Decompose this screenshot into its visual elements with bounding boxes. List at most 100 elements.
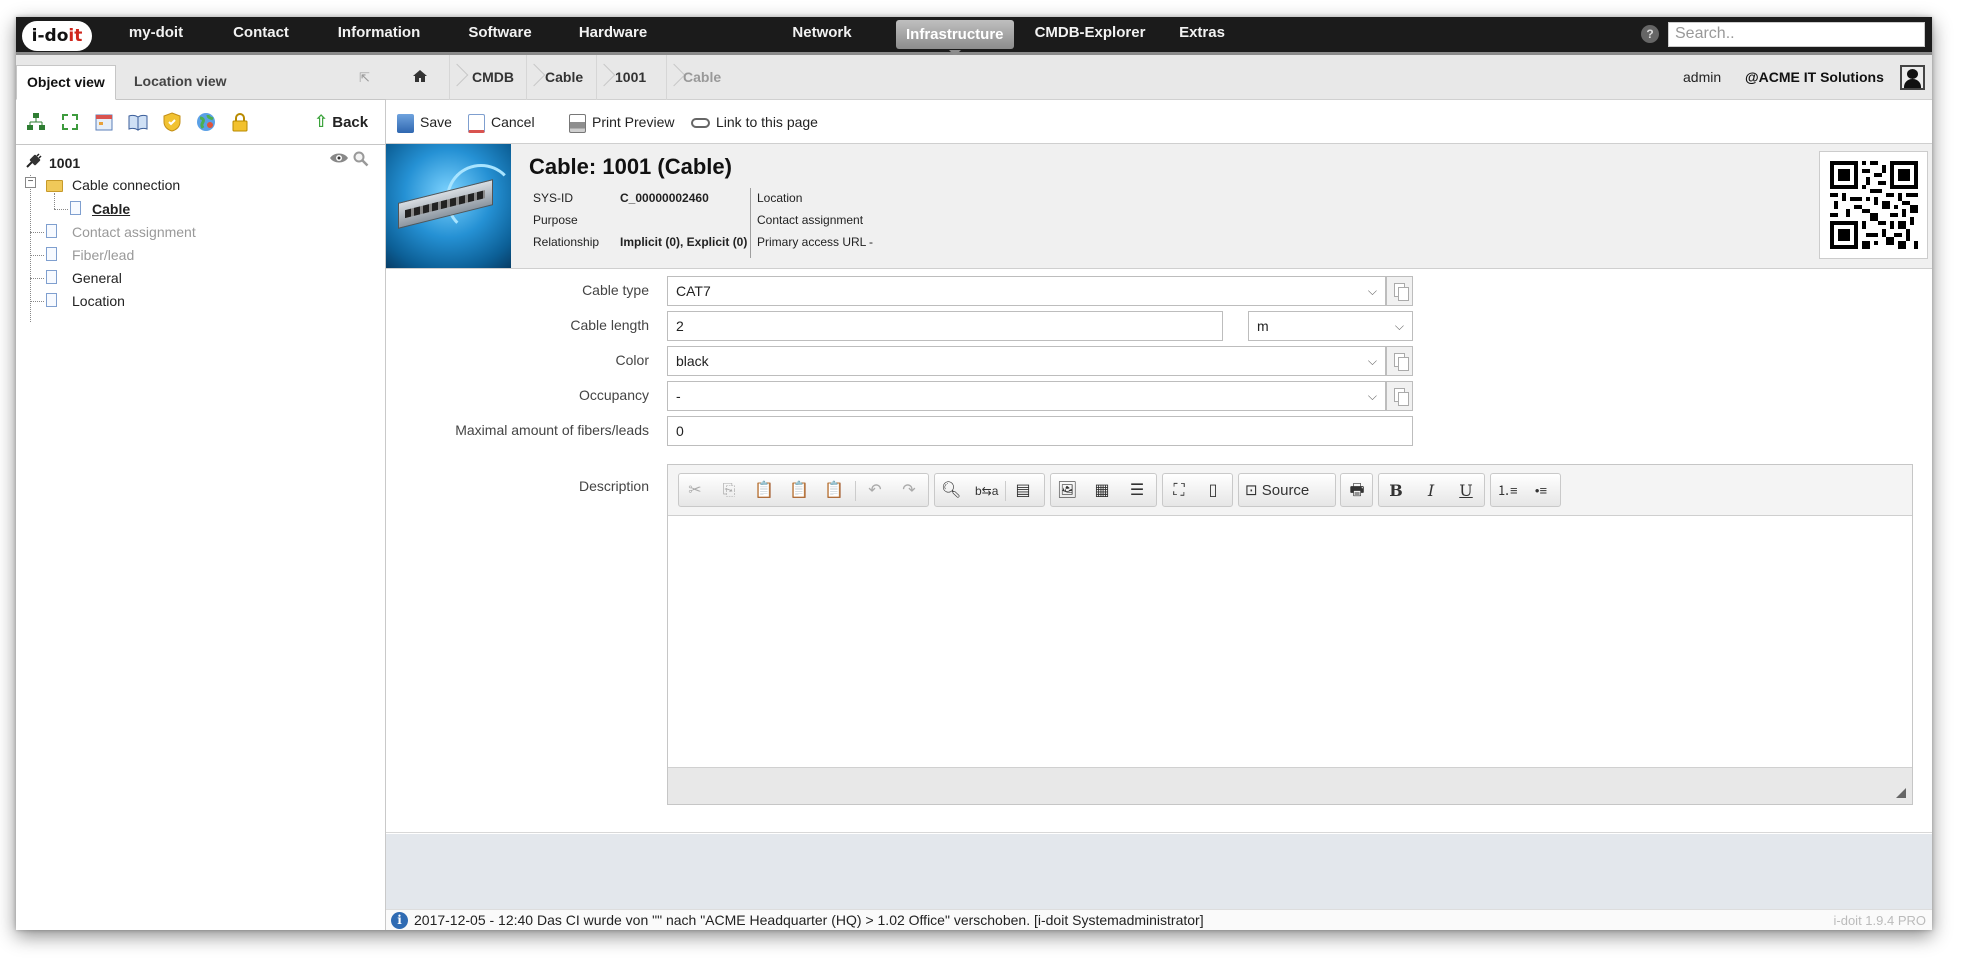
tree-structure-icon[interactable] [25,111,47,133]
link-icon [691,118,710,129]
breadcrumb-cable[interactable]: Cable [545,55,583,100]
cable-length-label: Cable length [570,317,649,333]
left-panel: Object view Location view ⇱ ⇧Back 1001 [16,55,386,930]
expand-icon[interactable] [59,111,81,133]
tree-item-location[interactable]: Location [72,291,125,311]
table-icon[interactable]: ▦ [1092,482,1112,500]
nav-extras[interactable]: Extras [1162,17,1242,52]
tenant-name[interactable]: @ACME IT Solutions [1745,55,1884,100]
qr-code[interactable] [1819,151,1928,259]
occupancy-label: Occupancy [578,387,649,403]
sysid-label: SYS-ID [533,191,574,205]
nav-contact[interactable]: Contact [211,17,311,52]
undo-icon[interactable]: ↶ [865,482,885,500]
nav-network[interactable]: Network [772,17,872,52]
horizontal-line-icon[interactable]: ☰ [1127,482,1147,500]
replace-icon[interactable]: b⇆a [975,482,998,500]
copy-icon[interactable] [1386,276,1413,306]
tab-location-view[interactable]: Location view [124,65,237,100]
tree-item-fiber-lead[interactable]: Fiber/lead [72,245,134,265]
source-button[interactable]: ⊡ Source [1245,482,1309,500]
paste-text-icon[interactable]: 📋 [789,482,809,500]
color-select[interactable]: black ⌵ [667,346,1386,376]
help-icon[interactable]: ? [1641,25,1659,43]
back-button[interactable]: ⇧ Back [314,112,368,132]
globe-icon[interactable] [195,111,217,133]
nav-my-doit[interactable]: my-doit [106,17,206,52]
tree-item-cable[interactable]: Cable [92,199,130,219]
collapse-icon[interactable]: − [25,177,36,188]
search-icon[interactable] [353,151,369,170]
cable-type-select[interactable]: CAT7 ⌵ [667,276,1386,306]
paste-word-icon[interactable]: 📋 [824,482,844,500]
tree-guide [54,209,68,210]
occupancy-select[interactable]: - ⌵ [667,381,1386,411]
arrow-up-icon: ⇧ [314,112,329,131]
version-label: i-doit 1.9.4 PRO [1833,913,1927,928]
editor-group-insert: 🖼︎ ▦ ☰ [1050,473,1157,507]
show-blocks-icon[interactable]: ▯ [1203,482,1223,500]
redo-icon[interactable]: ↷ [899,482,919,500]
user-name[interactable]: admin [1683,55,1721,100]
editor-group-source: ⊡ Source [1238,473,1336,507]
calendar-icon[interactable] [93,111,115,133]
nav-cmdb-explorer[interactable]: CMDB-Explorer [1030,17,1150,52]
maximize-icon[interactable]: ⛶ [1169,482,1189,500]
nav-software[interactable]: Software [450,17,550,52]
nav-infrastructure[interactable]: Infrastructure [896,20,1014,56]
contact-assignment-label: Contact assignment [757,213,864,227]
nav-information[interactable]: Information [324,17,434,52]
lock-icon[interactable] [229,111,251,133]
action-bar: Save Cancel Print Preview Link to this p… [386,100,1932,144]
print-icon[interactable]: 🖶︎ [1347,482,1367,500]
top-navigation: i-doit my-doit Contact Information Softw… [16,17,1932,56]
color-label: Color [615,352,649,368]
cable-length-input[interactable]: 2 [667,311,1223,341]
cancel-button[interactable]: Cancel [468,110,535,134]
description-label: Description [578,478,649,494]
max-fibers-input[interactable]: 0 [667,416,1413,446]
description-editor: ✂ ⎘ 📋 📋 📋 ↶ ↷ 🔍︎ b⇆a ▤ 🖼︎ ▦ ☰ ⛶ ▯ ⊡ Sour… [667,464,1913,805]
bold-icon[interactable]: B [1386,482,1406,500]
save-button[interactable]: Save [397,110,452,134]
numbered-list-icon[interactable]: ⒈≡ [1497,482,1518,500]
tab-object-view[interactable]: Object view [16,65,116,100]
copy-icon[interactable]: ⎘ [719,482,739,500]
editor-group-format: B I U [1378,473,1485,507]
tree-item-cable-connection[interactable]: Cable connection [72,175,180,195]
italic-icon[interactable]: I [1421,482,1441,500]
category-form: Cable type CAT7 ⌵ Cable length 2 m ⌵ Color… [386,270,1932,833]
nav-hardware[interactable]: Hardware [563,17,663,52]
shield-icon[interactable] [161,111,183,133]
meta-divider [750,188,751,258]
image-icon[interactable]: 🖼︎ [1057,482,1077,500]
copy-icon[interactable] [1386,346,1413,376]
editor-content-area[interactable] [668,516,1912,767]
tree-root-object[interactable]: 1001 [49,153,80,173]
i-doit-logo[interactable]: i-doit [22,21,92,51]
editor-toolbar: ✂ ⎘ 📋 📋 📋 ↶ ↷ 🔍︎ b⇆a ▤ 🖼︎ ▦ ☰ ⛶ ▯ ⊡ Sour… [668,465,1912,516]
copy-icon[interactable] [1386,381,1413,411]
link-to-page-button[interactable]: Link to this page [691,110,818,134]
eye-icon[interactable] [329,151,349,168]
length-unit-select[interactable]: m ⌵ [1248,311,1413,341]
bulleted-list-icon[interactable]: •≡ [1531,482,1551,500]
breadcrumb-object[interactable]: 1001 [615,55,646,100]
sysid-value: C_00000002460 [620,191,709,205]
cut-icon[interactable]: ✂ [685,482,705,500]
tree-item-contact-assignment[interactable]: Contact assignment [72,222,196,242]
paste-icon[interactable]: 📋 [754,482,774,500]
tree-item-general[interactable]: General [72,268,122,288]
resize-handle-icon[interactable] [1896,788,1906,798]
print-preview-button[interactable]: Print Preview [569,110,674,134]
find-icon[interactable]: 🔍︎ [941,482,961,500]
avatar[interactable] [1900,65,1925,90]
underline-icon[interactable]: U [1456,482,1476,500]
cable-plug-icon [24,153,42,174]
select-all-icon[interactable]: ▤ [1013,482,1033,500]
search-input[interactable]: Search.. [1668,22,1925,47]
breadcrumb-cmdb[interactable]: CMDB [472,55,514,100]
home-icon[interactable] [412,69,428,87]
book-icon[interactable] [127,111,149,133]
popout-icon[interactable]: ⇱ [359,70,373,85]
